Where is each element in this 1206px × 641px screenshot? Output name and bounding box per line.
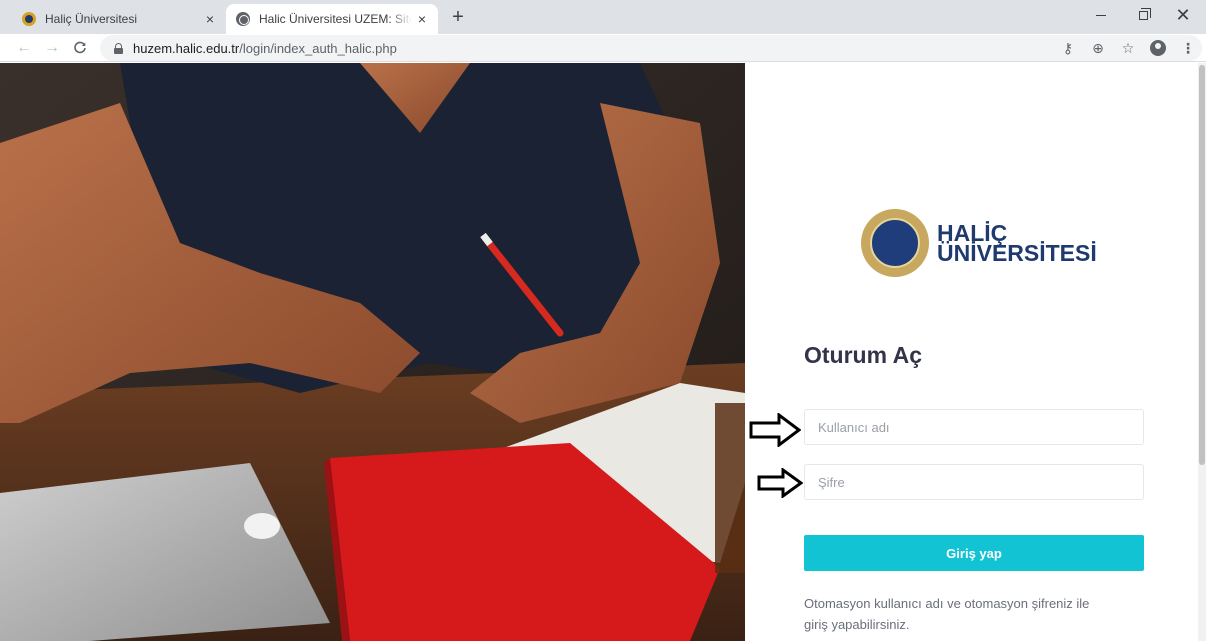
bookmark-star-icon[interactable]: ☆ — [1120, 40, 1136, 57]
reload-icon[interactable] — [68, 36, 92, 60]
annotation-arrow-username-icon — [749, 413, 801, 447]
globe-favicon-icon — [236, 12, 250, 26]
scrollbar-thumb[interactable] — [1199, 65, 1205, 465]
window-minimize-button[interactable] — [1078, 0, 1124, 30]
logo-wordmark: HALİÇ ÜNİVERSİTESİ — [937, 222, 1097, 266]
page-title: Oturum Aç — [804, 342, 922, 368]
university-seal-icon — [861, 209, 929, 277]
password-input[interactable] — [804, 464, 1144, 500]
hero-photo-illustration — [0, 63, 745, 641]
reload-glyph — [74, 41, 86, 54]
tab-title: Halic Üniversitesi UZEM: Siteye g — [259, 12, 412, 26]
profile-avatar-icon[interactable] — [1150, 40, 1166, 56]
login-help-text: Otomasyon kullanıcı adı ve otomasyon şif… — [804, 596, 1090, 632]
minimize-icon — [1096, 14, 1106, 16]
omnibox-actions: ⚷ ⊕ ☆ ⋮ — [1060, 35, 1196, 61]
tab-title: Haliç Üniversitesi — [45, 12, 138, 26]
tab-strip: Haliç Üniversitesi × Halic Üniversitesi … — [0, 0, 1206, 34]
zoom-icon[interactable]: ⊕ — [1090, 40, 1106, 57]
address-bar[interactable]: huzem.halic.edu.tr/login/index_auth_hali… — [100, 35, 1202, 61]
tab-close-icon[interactable]: × — [200, 11, 220, 27]
url-host: huzem.halic.edu.tr — [133, 40, 240, 56]
logo-line-2: ÜNİVERSİTESİ — [937, 240, 1097, 266]
tab-halic-universitesi[interactable]: Haliç Üniversitesi × — [12, 4, 226, 34]
browser-menu-icon[interactable]: ⋮ — [1180, 40, 1196, 57]
tab-uzem-login[interactable]: Halic Üniversitesi UZEM: Siteye g × — [226, 4, 438, 34]
hero-photo — [0, 63, 745, 641]
annotation-arrow-password-icon — [757, 468, 803, 498]
username-input[interactable] — [804, 409, 1144, 445]
url-path: /login/index_auth_halic.php — [239, 40, 397, 56]
tab-close-icon[interactable]: × — [412, 11, 432, 27]
seal-center — [870, 218, 920, 268]
page-scrollbar[interactable] — [1198, 63, 1206, 641]
login-button[interactable]: Giriş yap — [804, 535, 1144, 571]
lock-icon — [114, 42, 123, 54]
window-close-button[interactable]: ✕ — [1160, 0, 1206, 30]
back-arrow-icon[interactable]: ← — [12, 36, 36, 60]
forward-arrow-icon[interactable]: → — [40, 36, 64, 60]
halic-favicon-icon — [22, 12, 36, 26]
university-logo: HALİÇ ÜNİVERSİTESİ — [861, 209, 1097, 277]
key-icon[interactable]: ⚷ — [1060, 40, 1076, 57]
restore-icon — [1138, 7, 1151, 20]
new-tab-button[interactable]: + — [446, 6, 470, 30]
browser-toolbar: ← → huzem.halic.edu.tr/login/index_auth_… — [0, 34, 1206, 62]
page-content: HALİÇ ÜNİVERSİTESİ Oturum Aç Giriş yap O… — [0, 63, 1206, 641]
login-panel: HALİÇ ÜNİVERSİTESİ Oturum Aç Giriş yap O… — [745, 63, 1198, 641]
